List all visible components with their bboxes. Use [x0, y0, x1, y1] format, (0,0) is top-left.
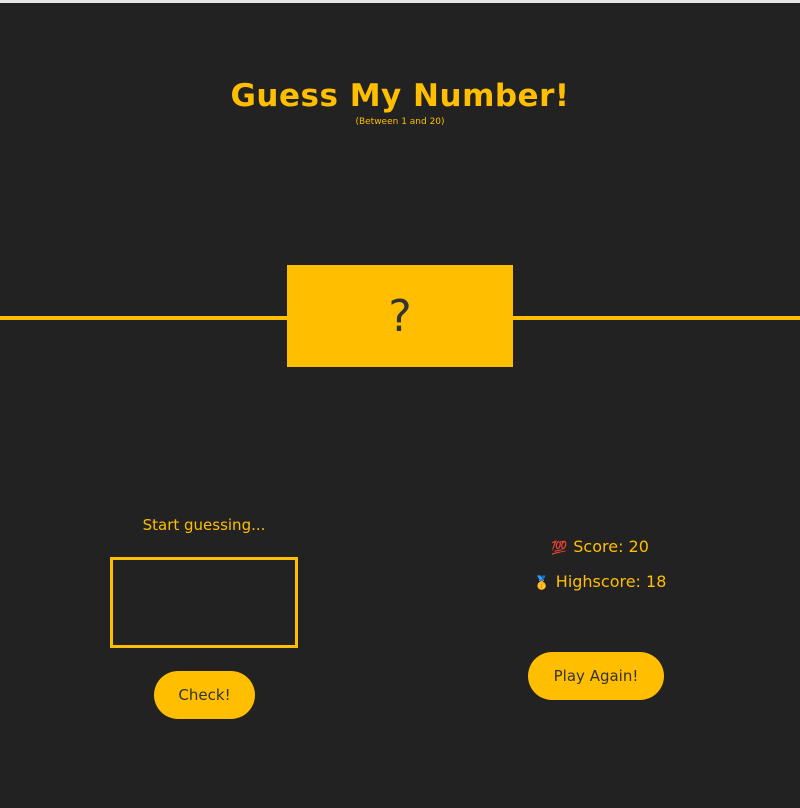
highscore-text: Highscore: 18 — [555, 572, 667, 591]
secret-number-box: ? — [287, 265, 513, 367]
guess-input[interactable] — [110, 557, 298, 648]
score-label: 💯 Score: 20 — [500, 537, 700, 556]
page-title: Guess My Number! — [230, 78, 570, 114]
page-subtitle: (Between 1 and 20) — [355, 117, 445, 127]
score-text: Score: 20 — [573, 537, 649, 556]
play-again-button[interactable]: Play Again! — [528, 652, 664, 700]
window-top-border — [0, 0, 800, 3]
hundred-points-icon: 💯 — [551, 541, 568, 556]
check-button[interactable]: Check! — [154, 671, 255, 719]
highscore-label: 🥇 Highscore: 18 — [500, 572, 700, 591]
gold-medal-icon: 🥇 — [533, 576, 550, 591]
secret-number: ? — [388, 290, 412, 342]
guess-message: Start guessing... — [142, 516, 266, 534]
